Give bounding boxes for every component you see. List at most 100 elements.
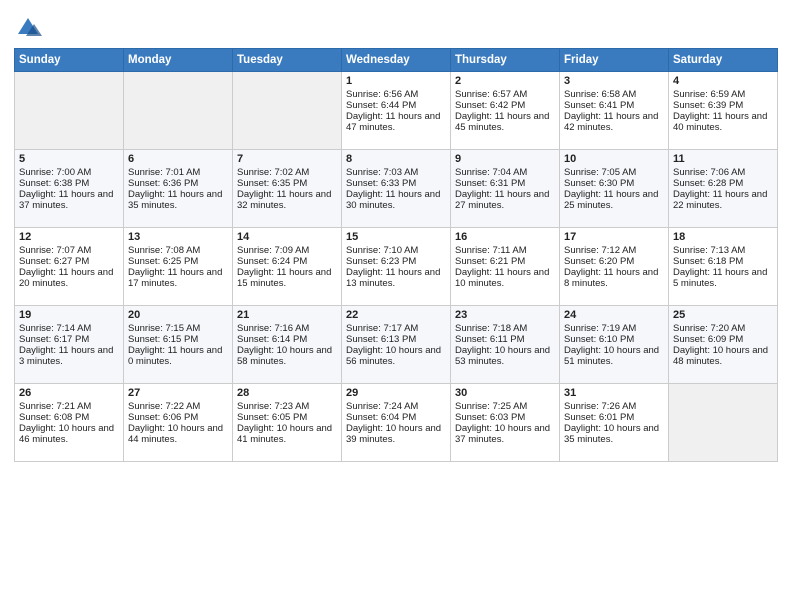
cell-text: Daylight: 11 hours and 32 minutes. <box>237 189 337 211</box>
cell-text: Sunset: 6:44 PM <box>346 100 446 111</box>
day-number: 25 <box>673 309 773 321</box>
cell-text: Sunset: 6:38 PM <box>19 178 119 189</box>
cell-text: Sunrise: 7:07 AM <box>19 245 119 256</box>
header-row: SundayMondayTuesdayWednesdayThursdayFrid… <box>15 49 778 72</box>
calendar-cell: 4Sunrise: 6:59 AMSunset: 6:39 PMDaylight… <box>669 72 778 150</box>
cell-text: Sunset: 6:42 PM <box>455 100 555 111</box>
calendar-cell: 28Sunrise: 7:23 AMSunset: 6:05 PMDayligh… <box>233 384 342 462</box>
cell-text: Sunrise: 7:19 AM <box>564 323 664 334</box>
calendar-cell: 6 Sunrise: 7:01 AMSunset: 6:36 PMDaylight… <box>124 150 233 228</box>
calendar-cell: 18Sunrise: 7:13 AMSunset: 6:18 PMDayligh… <box>669 228 778 306</box>
column-header-friday: Friday <box>560 49 669 72</box>
column-header-tuesday: Tuesday <box>233 49 342 72</box>
cell-text: Sunrise: 7:09 AM <box>237 245 337 256</box>
calendar-cell: 20Sunrise: 7:15 AMSunset: 6:15 PMDayligh… <box>124 306 233 384</box>
day-number: 19 <box>19 309 119 321</box>
day-number: 27 <box>128 387 228 399</box>
cell-text: Sunset: 6:10 PM <box>564 334 664 345</box>
cell-text: Daylight: 11 hours and 22 minutes. <box>673 189 773 211</box>
calendar-cell <box>124 72 233 150</box>
cell-text: Daylight: 10 hours and 58 minutes. <box>237 345 337 367</box>
cell-text: Sunset: 6:20 PM <box>564 256 664 267</box>
calendar-cell <box>669 384 778 462</box>
cell-text: Daylight: 11 hours and 17 minutes. <box>128 267 228 289</box>
cell-text: Sunrise: 7:25 AM <box>455 401 555 412</box>
cell-text: Sunrise: 6:59 AM <box>673 89 773 100</box>
cell-text: Daylight: 11 hours and 25 minutes. <box>564 189 664 211</box>
cell-text: Daylight: 11 hours and 15 minutes. <box>237 267 337 289</box>
cell-text: Sunrise: 7:01 AM <box>128 167 228 178</box>
day-number: 13 <box>128 231 228 243</box>
day-number: 31 <box>564 387 664 399</box>
calendar-cell: 26Sunrise: 7:21 AMSunset: 6:08 PMDayligh… <box>15 384 124 462</box>
cell-text: Sunrise: 7:18 AM <box>455 323 555 334</box>
day-number: 26 <box>19 387 119 399</box>
day-number: 2 <box>455 75 555 87</box>
calendar-cell: 29Sunrise: 7:24 AMSunset: 6:04 PMDayligh… <box>342 384 451 462</box>
calendar-cell: 13Sunrise: 7:08 AMSunset: 6:25 PMDayligh… <box>124 228 233 306</box>
cell-text: Sunset: 6:21 PM <box>455 256 555 267</box>
cell-text: Daylight: 10 hours and 37 minutes. <box>455 423 555 445</box>
cell-text: Sunset: 6:30 PM <box>564 178 664 189</box>
day-number: 17 <box>564 231 664 243</box>
day-number: 15 <box>346 231 446 243</box>
cell-text: Sunrise: 7:04 AM <box>455 167 555 178</box>
cell-text: Sunset: 6:15 PM <box>128 334 228 345</box>
cell-text: Sunrise: 7:14 AM <box>19 323 119 334</box>
cell-text: Daylight: 11 hours and 8 minutes. <box>564 267 664 289</box>
day-number: 21 <box>237 309 337 321</box>
cell-text: Daylight: 10 hours and 56 minutes. <box>346 345 446 367</box>
day-number: 6 <box>128 153 228 165</box>
cell-text: Sunrise: 7:06 AM <box>673 167 773 178</box>
calendar-cell: 16Sunrise: 7:11 AMSunset: 6:21 PMDayligh… <box>451 228 560 306</box>
calendar-cell: 30Sunrise: 7:25 AMSunset: 6:03 PMDayligh… <box>451 384 560 462</box>
cell-text: Sunset: 6:36 PM <box>128 178 228 189</box>
week-row-1: 5Sunrise: 7:00 AMSunset: 6:38 PMDaylight… <box>15 150 778 228</box>
cell-text: Sunrise: 7:24 AM <box>346 401 446 412</box>
cell-text: Sunrise: 7:16 AM <box>237 323 337 334</box>
calendar-cell: 14Sunrise: 7:09 AMSunset: 6:24 PMDayligh… <box>233 228 342 306</box>
calendar-cell: 24Sunrise: 7:19 AMSunset: 6:10 PMDayligh… <box>560 306 669 384</box>
cell-text: Sunset: 6:27 PM <box>19 256 119 267</box>
cell-text: Daylight: 10 hours and 41 minutes. <box>237 423 337 445</box>
day-number: 22 <box>346 309 446 321</box>
calendar-cell: 23Sunrise: 7:18 AMSunset: 6:11 PMDayligh… <box>451 306 560 384</box>
cell-text: Daylight: 10 hours and 53 minutes. <box>455 345 555 367</box>
cell-text: Daylight: 11 hours and 40 minutes. <box>673 111 773 133</box>
cell-text: Sunrise: 6:56 AM <box>346 89 446 100</box>
calendar-cell: 11Sunrise: 7:06 AMSunset: 6:28 PMDayligh… <box>669 150 778 228</box>
day-number: 3 <box>564 75 664 87</box>
cell-text: Daylight: 11 hours and 42 minutes. <box>564 111 664 133</box>
week-row-3: 19Sunrise: 7:14 AMSunset: 6:17 PMDayligh… <box>15 306 778 384</box>
cell-text: Sunset: 6:01 PM <box>564 412 664 423</box>
cell-text: Daylight: 11 hours and 10 minutes. <box>455 267 555 289</box>
cell-text: Sunrise: 7:00 AM <box>19 167 119 178</box>
day-number: 7 <box>237 153 337 165</box>
column-header-wednesday: Wednesday <box>342 49 451 72</box>
cell-text: Sunrise: 7:05 AM <box>564 167 664 178</box>
day-number: 18 <box>673 231 773 243</box>
calendar-page: SundayMondayTuesdayWednesdayThursdayFrid… <box>0 0 792 612</box>
cell-text: Sunrise: 7:22 AM <box>128 401 228 412</box>
cell-text: Sunrise: 7:08 AM <box>128 245 228 256</box>
day-number: 28 <box>237 387 337 399</box>
day-number: 24 <box>564 309 664 321</box>
calendar-cell: 12Sunrise: 7:07 AMSunset: 6:27 PMDayligh… <box>15 228 124 306</box>
day-number: 20 <box>128 309 228 321</box>
day-number: 9 <box>455 153 555 165</box>
cell-text: Sunrise: 7:21 AM <box>19 401 119 412</box>
cell-text: Sunset: 6:05 PM <box>237 412 337 423</box>
cell-text: Sunset: 6:03 PM <box>455 412 555 423</box>
cell-text: Daylight: 11 hours and 37 minutes. <box>19 189 119 211</box>
header <box>14 10 778 42</box>
cell-text: Sunrise: 7:20 AM <box>673 323 773 334</box>
day-number: 5 <box>19 153 119 165</box>
cell-text: Daylight: 11 hours and 20 minutes. <box>19 267 119 289</box>
calendar-cell: 15Sunrise: 7:10 AMSunset: 6:23 PMDayligh… <box>342 228 451 306</box>
cell-text: Sunrise: 7:26 AM <box>564 401 664 412</box>
cell-text: Daylight: 11 hours and 35 minutes. <box>128 189 228 211</box>
cell-text: Daylight: 11 hours and 27 minutes. <box>455 189 555 211</box>
cell-text: Daylight: 10 hours and 44 minutes. <box>128 423 228 445</box>
calendar-cell: 19Sunrise: 7:14 AMSunset: 6:17 PMDayligh… <box>15 306 124 384</box>
cell-text: Daylight: 10 hours and 48 minutes. <box>673 345 773 367</box>
